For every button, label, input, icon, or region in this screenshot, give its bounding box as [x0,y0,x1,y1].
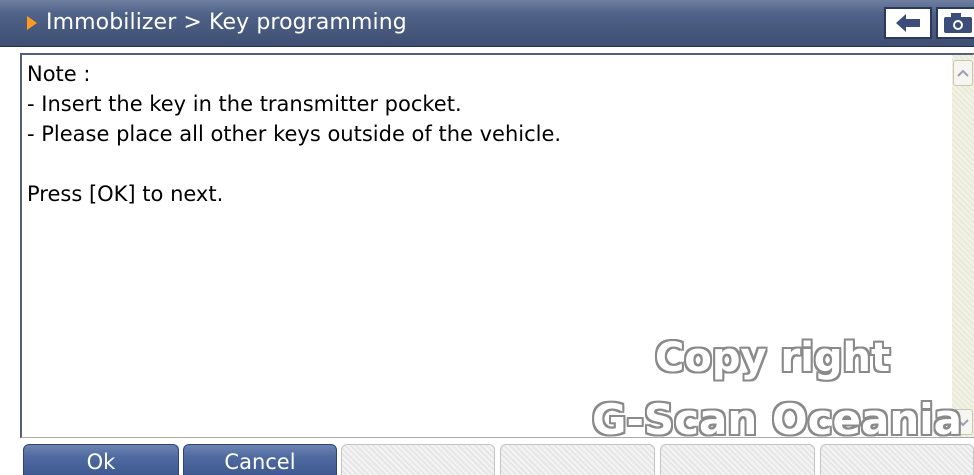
breadcrumb-title: Immobilizer > Key programming [46,10,407,35]
function-key-4[interactable] [500,444,655,475]
title-bar: Immobilizer > Key programming [0,0,974,47]
message-line: Press [OK] to next. [27,182,224,206]
scroll-up-button[interactable] [953,60,973,86]
function-key-bar: Ok Cancel [0,444,974,475]
message-line [27,149,927,179]
chevron-up-icon [957,69,969,77]
message-line: Note : [27,62,91,86]
message-line: - Please place all other keys outside of… [27,122,562,146]
back-button[interactable] [884,7,932,39]
ok-button[interactable]: Ok [23,444,179,475]
caret-right-icon [27,16,37,30]
function-key-3[interactable] [341,444,495,475]
back-arrow-icon [896,14,920,32]
function-key-6[interactable] [820,444,974,475]
function-key-5[interactable] [660,444,815,475]
watermark-company: G-Scan Oceania [592,395,962,444]
camera-icon [944,13,972,33]
vertical-scrollbar[interactable] [952,55,974,437]
camera-button[interactable] [936,7,974,39]
watermark-copyright: Copy right [655,335,891,381]
cancel-button[interactable]: Cancel [183,444,337,475]
message-text: Note : - Insert the key in the transmitt… [27,59,927,209]
message-line: - Insert the key in the transmitter pock… [27,92,462,116]
